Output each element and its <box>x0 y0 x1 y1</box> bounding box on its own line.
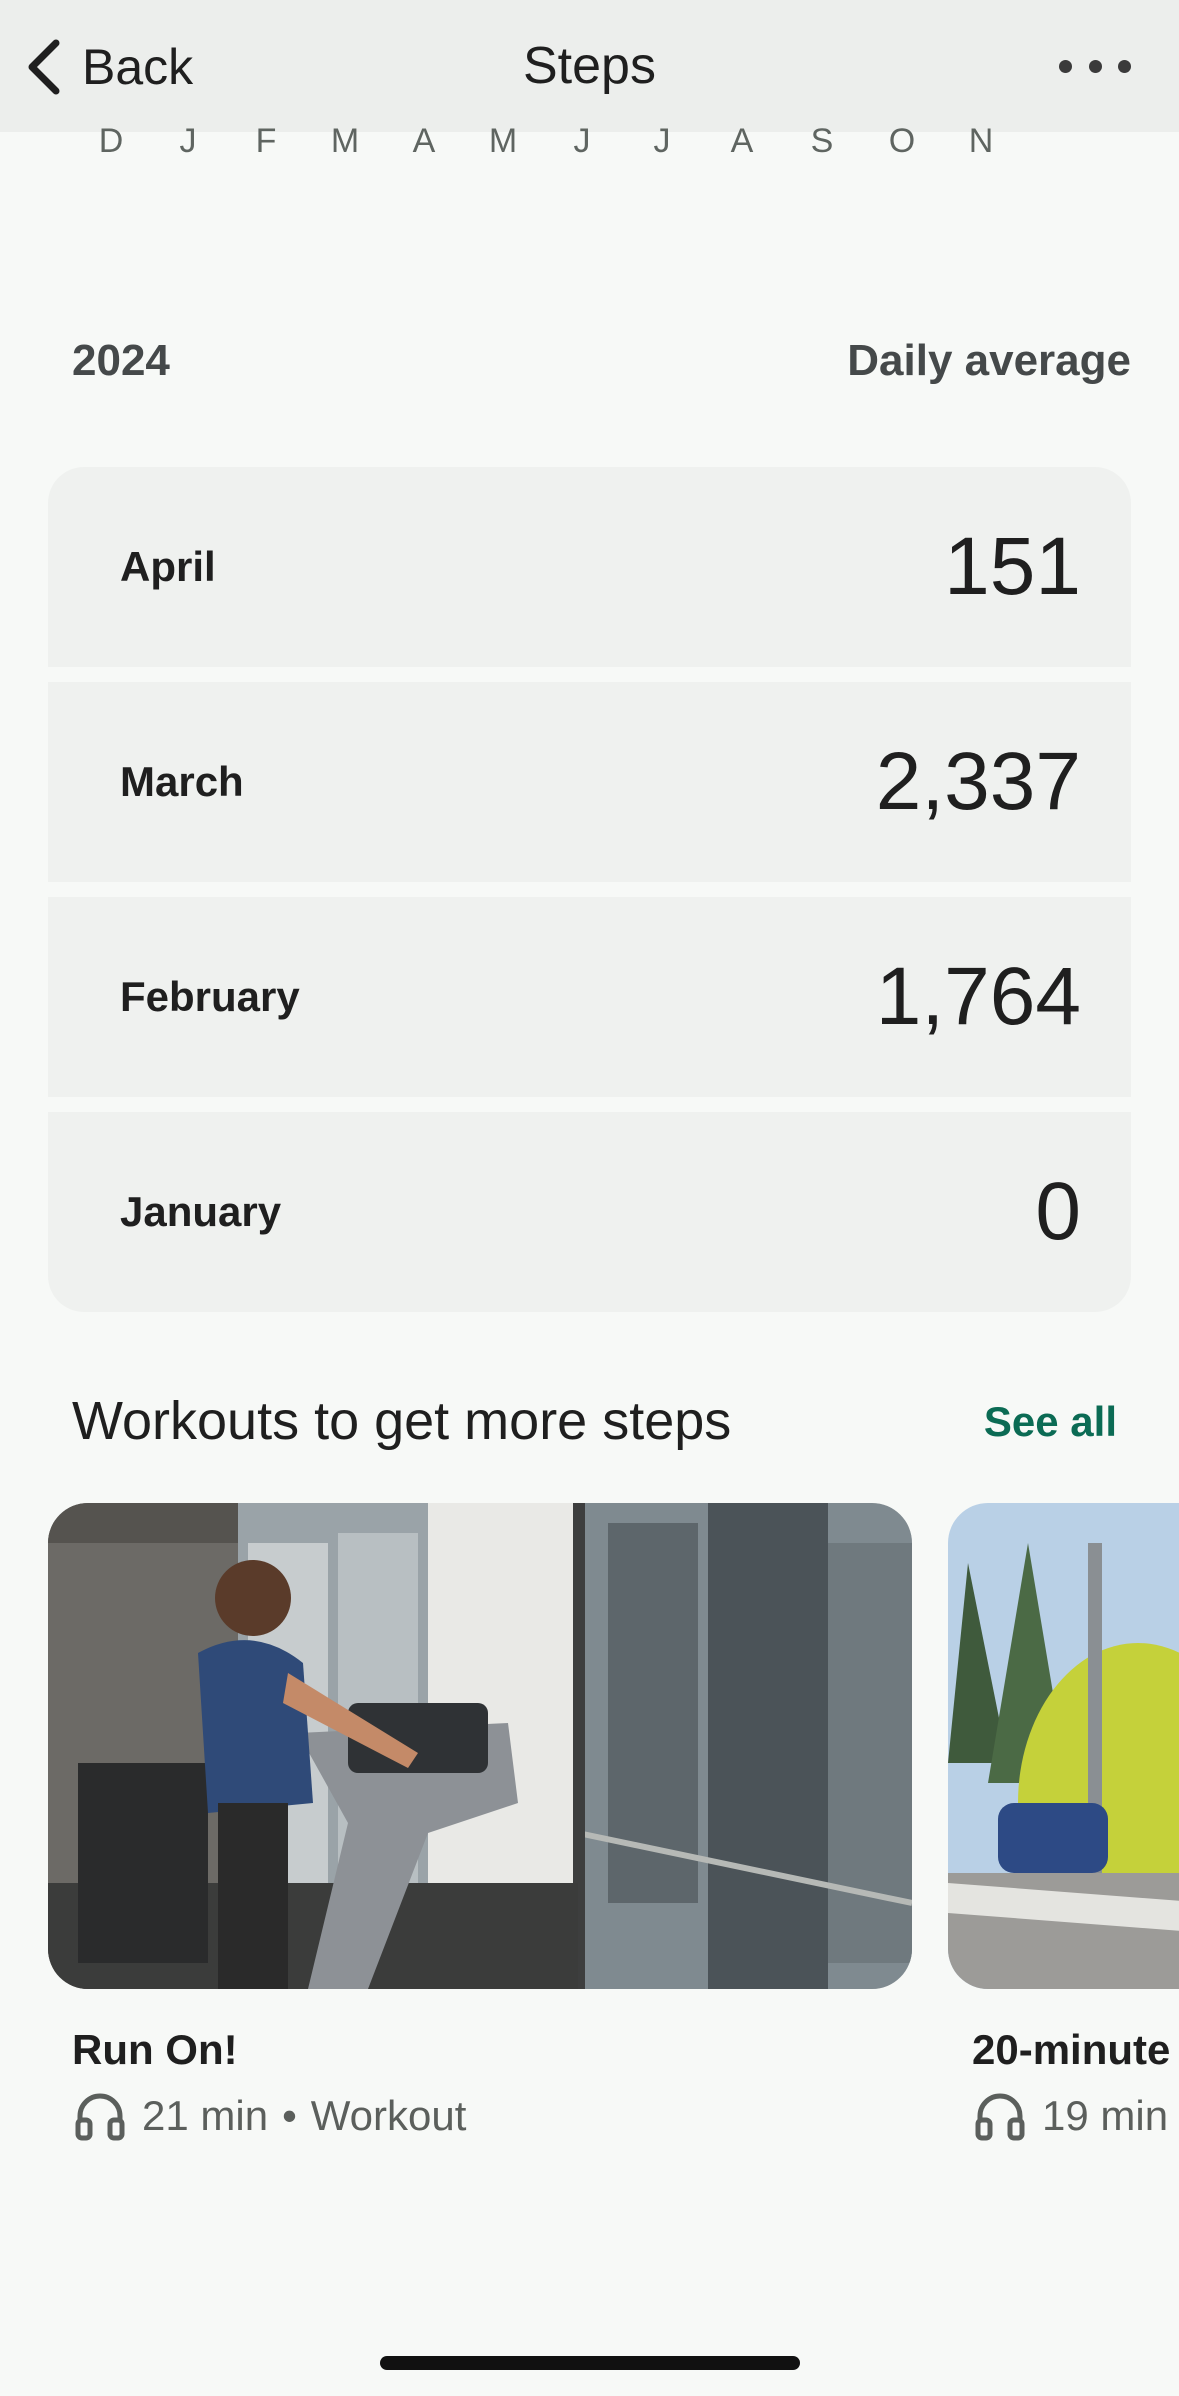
month-tick: J <box>179 122 197 160</box>
month-value: 2,337 <box>875 736 1081 827</box>
back-label: Back <box>82 39 194 95</box>
month-tick: J <box>573 122 591 160</box>
month-tick: N <box>968 122 994 160</box>
month-row-march[interactable]: March 2,337 <box>48 682 1131 882</box>
month-row-april[interactable]: April 151 <box>48 467 1131 667</box>
month-name: April <box>120 543 216 590</box>
workout-thumbnail-20-minute[interactable] <box>948 1503 1179 1989</box>
month-name: February <box>120 973 300 1020</box>
month-name: March <box>120 758 244 805</box>
workout-duration: 19 min <box>1042 2092 1169 2139</box>
chart-month-axis: D J F M A M J J A S O N <box>0 122 1179 170</box>
month-value: 1,764 <box>875 951 1081 1042</box>
home-indicator[interactable] <box>380 2356 800 2370</box>
month-row-february[interactable]: February 1,764 <box>48 897 1131 1097</box>
month-tick: D <box>98 122 124 160</box>
month-tick: A <box>412 122 436 160</box>
workout-title[interactable]: 20-minute <box>972 2026 1170 2074</box>
month-row-january[interactable]: January 0 <box>48 1112 1131 1312</box>
workout-title[interactable]: Run On! <box>72 2026 238 2074</box>
chevron-left-icon <box>28 39 60 95</box>
workout-duration: 21 min <box>142 2092 269 2139</box>
month-tick: F <box>255 122 277 160</box>
back-button[interactable]: Back <box>24 30 193 104</box>
more-options-button[interactable] <box>1059 44 1131 88</box>
headphones-icon <box>975 2093 1025 2141</box>
treadmill-photo <box>48 1503 912 1989</box>
month-tick: M <box>330 122 360 160</box>
month-tick: S <box>810 122 834 160</box>
month-tick: M <box>488 122 518 160</box>
month-tick: J <box>653 122 671 160</box>
top-app-bar: Back Steps <box>0 0 1179 132</box>
meta-separator: • <box>282 2092 297 2139</box>
headphones-icon <box>75 2093 125 2141</box>
year-label: 2024 <box>72 336 170 385</box>
workout-thumbnail-run-on[interactable] <box>48 1503 912 1989</box>
workout-meta: 19 min <box>972 2088 1168 2144</box>
page-title: Steps <box>523 37 656 95</box>
month-value: 151 <box>944 521 1081 612</box>
workout-type: Workout <box>310 2092 467 2139</box>
month-value: 0 <box>1035 1166 1081 1257</box>
month-name: January <box>120 1188 282 1235</box>
section-title: Workouts to get more steps <box>72 1391 732 1451</box>
month-tick: O <box>888 122 916 160</box>
outdoor-photo <box>948 1503 1179 1989</box>
see-all-link[interactable]: See all <box>984 1398 1117 1446</box>
month-tick: A <box>730 122 754 160</box>
metric-label: Daily average <box>847 336 1131 385</box>
workout-meta: 21 min • Workout <box>72 2088 466 2144</box>
more-horizontal-icon <box>1059 59 1072 73</box>
